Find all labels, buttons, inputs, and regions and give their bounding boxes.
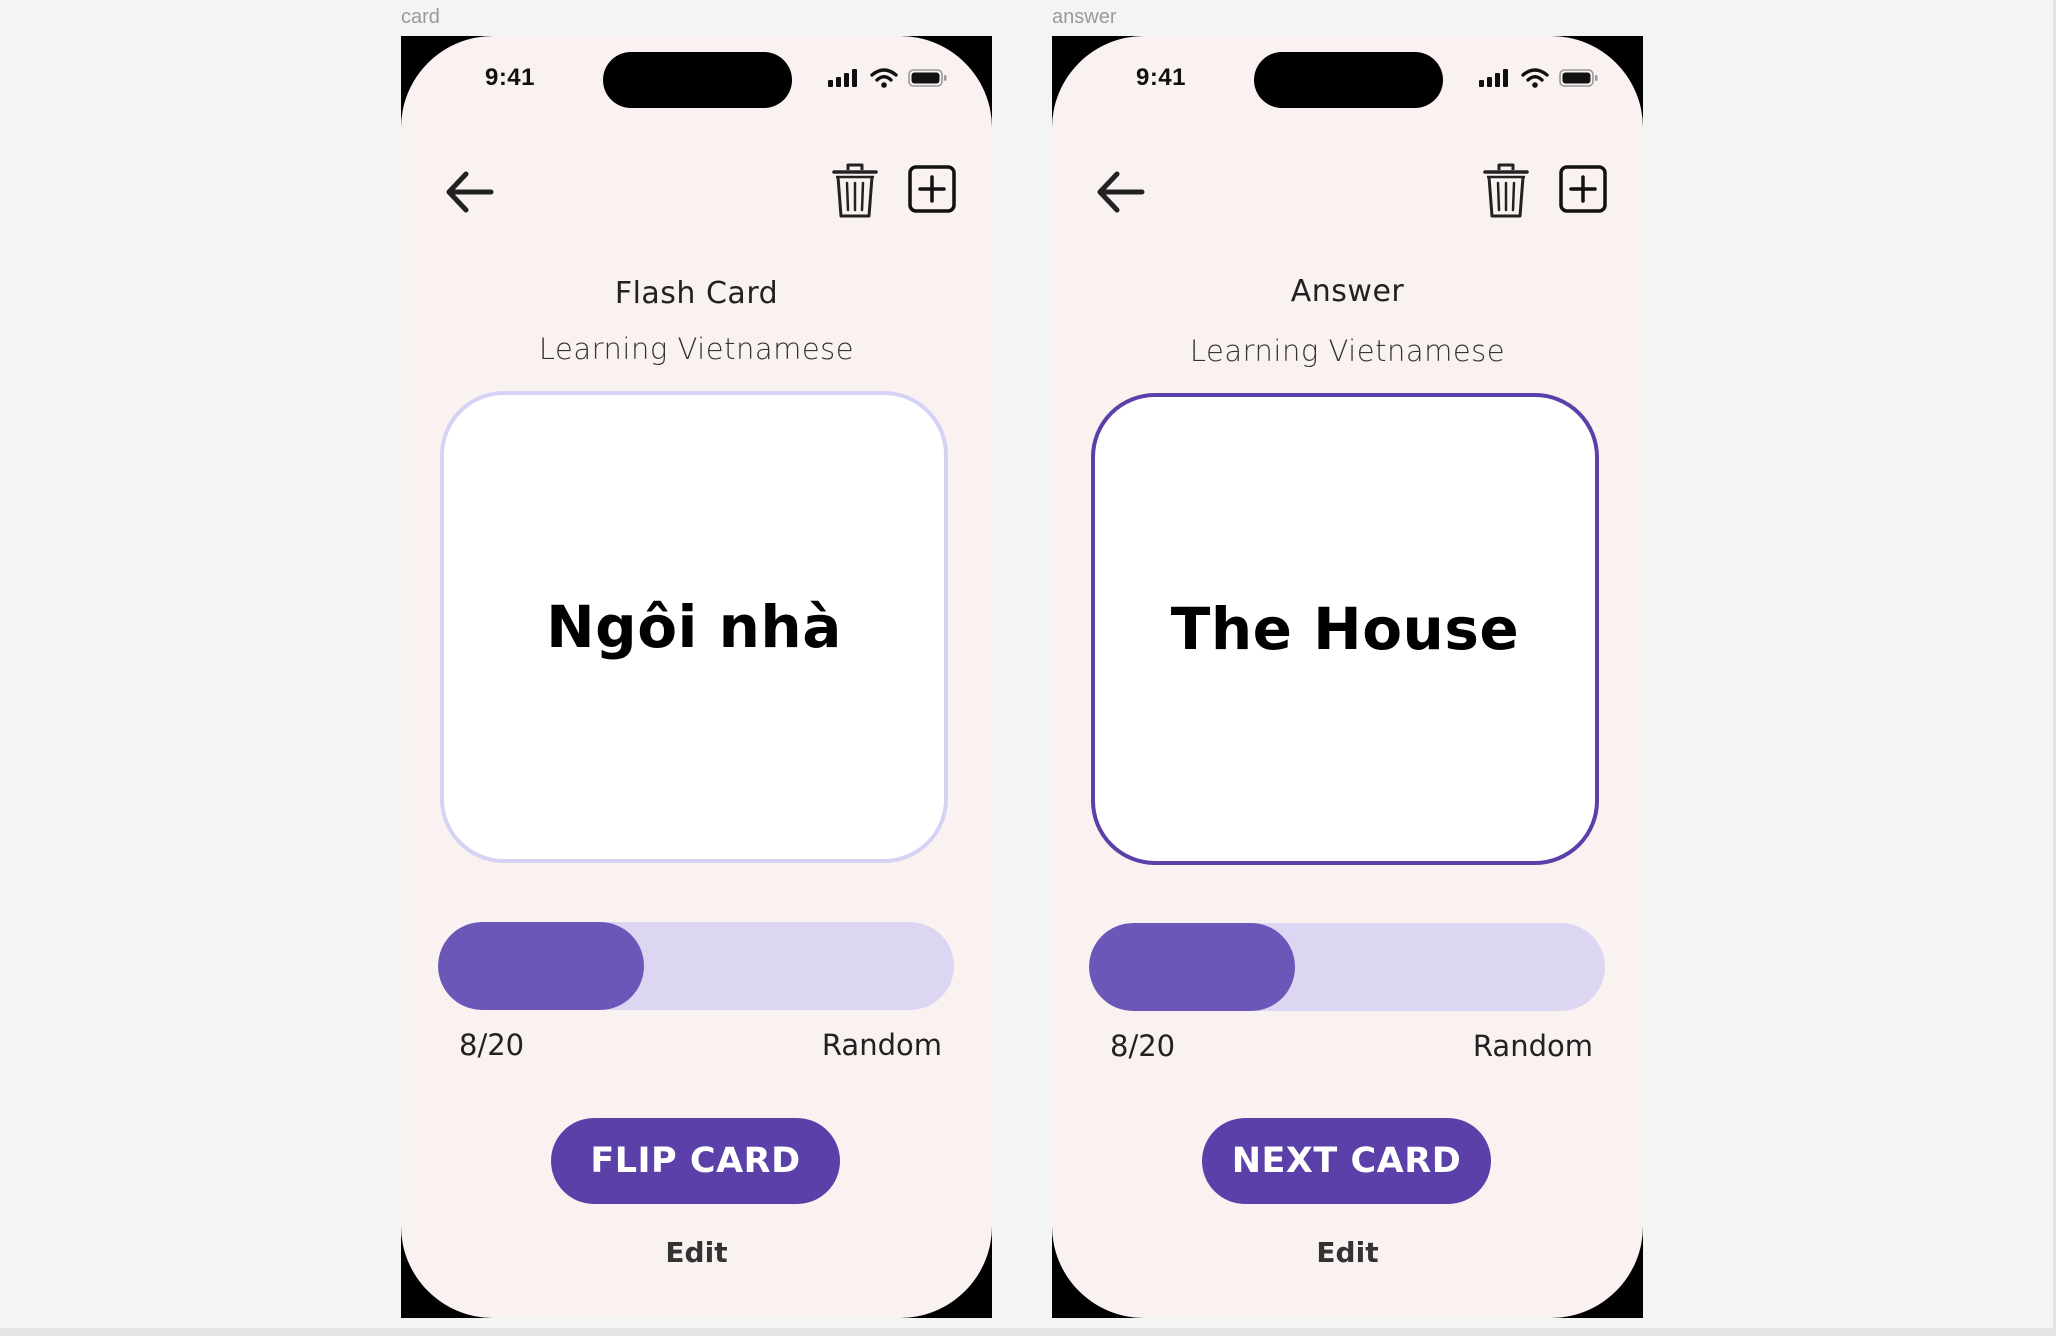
edit-link[interactable]: Edit	[401, 1236, 992, 1269]
canvas-scrollbar	[0, 1328, 2056, 1336]
wifi-icon	[1521, 68, 1549, 88]
status-icons	[828, 68, 948, 88]
back-button[interactable]	[1092, 164, 1150, 220]
arrow-left-icon	[1097, 171, 1145, 213]
trash-icon	[1483, 163, 1529, 218]
answer-screen: 9:41 Answer Learning Vietnamese The Hous…	[1052, 36, 1643, 1318]
random-toggle[interactable]: Random	[1473, 1029, 1593, 1063]
card-word: Ngôi nhà	[546, 593, 842, 661]
frame-label-card: card	[401, 6, 440, 28]
add-card-button[interactable]	[907, 164, 957, 214]
progress-fill	[1089, 923, 1296, 1011]
status-time: 9:41	[484, 64, 536, 91]
battery-icon	[1559, 69, 1598, 87]
progress-count: 8/20	[1110, 1029, 1176, 1063]
progress-fill	[438, 922, 645, 1010]
frame-label-answer: answer	[1052, 6, 1117, 28]
back-button[interactable]	[441, 164, 499, 220]
plus-square-icon	[1559, 165, 1607, 213]
flash-card-screen: 9:41 Flash Card Learning Vietnamese Ngôi…	[401, 36, 992, 1318]
deck-subtitle: Learning Vietnamese	[538, 332, 855, 366]
flash-card[interactable]: Ngôi nhà	[440, 391, 948, 863]
progress-bar	[1089, 923, 1605, 1011]
next-card-button[interactable]: NEXT CARD	[1202, 1118, 1491, 1204]
trash-icon	[832, 163, 878, 218]
delete-button[interactable]	[1482, 162, 1530, 220]
delete-button[interactable]	[831, 162, 879, 220]
progress-count: 8/20	[459, 1028, 525, 1062]
add-card-button[interactable]	[1558, 164, 1608, 214]
progress-bar	[438, 922, 954, 1010]
answer-card[interactable]: The House	[1091, 393, 1599, 865]
plus-square-icon	[908, 165, 956, 213]
edit-link[interactable]: Edit	[1052, 1236, 1643, 1269]
status-time: 9:41	[1135, 64, 1187, 91]
random-toggle[interactable]: Random	[822, 1028, 942, 1062]
phone-frame-card: 9:41 Flash Card Learning Vietnamese Ngôi…	[401, 36, 992, 1318]
status-icons	[1479, 68, 1599, 88]
wifi-icon	[870, 68, 898, 88]
card-word: The House	[1170, 595, 1520, 663]
flip-card-button[interactable]: FLIP CARD	[551, 1118, 840, 1204]
phone-frame-answer: 9:41 Answer Learning Vietnamese The Hous…	[1052, 36, 1643, 1318]
signal-icon	[828, 69, 857, 87]
arrow-left-icon	[446, 171, 494, 213]
page-title: Flash Card	[614, 276, 779, 311]
dynamic-island	[1254, 52, 1443, 108]
signal-icon	[1479, 69, 1508, 87]
battery-icon	[908, 69, 947, 87]
page-title: Answer	[1290, 274, 1405, 309]
dynamic-island	[603, 52, 792, 108]
deck-subtitle: Learning Vietnamese	[1189, 334, 1506, 368]
